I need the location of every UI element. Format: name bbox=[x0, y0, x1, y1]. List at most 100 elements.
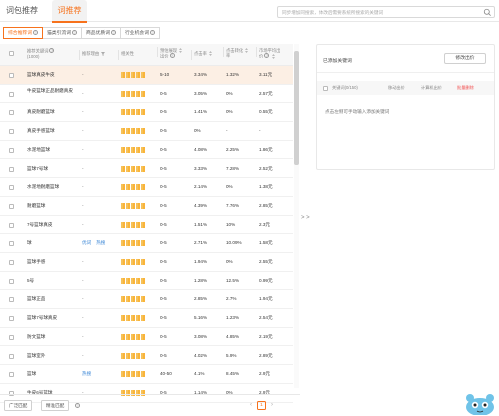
ctr-value: 4.39% bbox=[194, 202, 208, 208]
sub-tab-bar: 综合推荐词? 猫类引流词? 商品优质词? 行业机会词? bbox=[3, 27, 160, 39]
search-icon[interactable] bbox=[483, 8, 492, 17]
column-divider bbox=[191, 50, 192, 60]
reason-tag-link[interactable]: 优词 bbox=[82, 240, 91, 245]
help-icon[interactable]: ? bbox=[264, 53, 270, 58]
reason-cell: 优词 热搜 bbox=[82, 240, 110, 246]
reason-text: - bbox=[82, 259, 84, 264]
row-checkbox[interactable] bbox=[9, 91, 14, 97]
modify-bid-button[interactable]: 修改出价 bbox=[444, 53, 486, 64]
price-range: 5-10 bbox=[160, 72, 170, 77]
sort-icon[interactable] bbox=[271, 53, 275, 59]
help-icon[interactable]: ? bbox=[49, 48, 55, 53]
select-all-added-checkbox[interactable] bbox=[323, 85, 328, 91]
tab-category-traffic[interactable]: 猫类引流词? bbox=[42, 27, 82, 39]
col-price[interactable]: 预估展现 出价? bbox=[157, 47, 183, 59]
reason-tag-link[interactable]: 热搜 bbox=[82, 371, 91, 376]
help-icon[interactable]: ? bbox=[75, 403, 80, 408]
added-keywords-panel: 已添加关键词 修改出价 关键词(0/150) 移动出价 计算机出价 批量删除 点… bbox=[316, 44, 495, 170]
keyword-text: 水泥地篮球 bbox=[27, 146, 50, 152]
col-ctr[interactable]: 点击率 bbox=[191, 50, 213, 60]
row-checkbox[interactable] bbox=[9, 73, 14, 78]
relevance-bar-segment bbox=[143, 277, 146, 284]
search-box bbox=[277, 6, 495, 18]
search-input[interactable] bbox=[282, 8, 478, 17]
table-row[interactable]: 球 优词 热搜 0-5 2.71% 10.09% 1.58元 bbox=[0, 234, 293, 253]
price-range: 0-5 bbox=[160, 202, 167, 208]
column-divider bbox=[118, 50, 119, 60]
exact-match-button[interactable]: 精准匹配 bbox=[41, 400, 70, 411]
row-checkbox[interactable] bbox=[9, 334, 14, 340]
sort-icon[interactable] bbox=[179, 48, 183, 54]
select-all-checkbox[interactable] bbox=[9, 51, 14, 56]
next-page-button[interactable]: › bbox=[268, 401, 276, 409]
row-checkbox[interactable] bbox=[9, 147, 14, 153]
table-row[interactable]: 牛皮篮球正品耐磨真皮 - 0-5 3.05% 0% 2.57元 bbox=[0, 85, 293, 104]
table-row[interactable]: 篮球7号球真皮 - 0-5 5.16% 1.23% 2.54元 bbox=[0, 309, 293, 328]
price-range: 0-5 bbox=[160, 315, 167, 321]
tab-word-recommend[interactable]: 词推荐 bbox=[52, 0, 87, 23]
table-row[interactable]: 防文篮球 - 0-5 3.08% 4.85% 2.19元 bbox=[0, 328, 293, 347]
filter-icon[interactable] bbox=[101, 51, 106, 56]
reason-tag-link[interactable]: 热搜 bbox=[96, 240, 105, 245]
help-icon[interactable]: ? bbox=[72, 29, 77, 35]
help-icon[interactable]: ? bbox=[111, 29, 116, 35]
table-row[interactable]: 篮球真皮牛皮 - 5-10 3.34% 1.32% 3.11元 bbox=[0, 66, 293, 85]
row-checkbox[interactable] bbox=[9, 129, 14, 135]
col-reason: 推荐理由 bbox=[79, 50, 106, 60]
table-row[interactable]: 真皮耐磨篮球 - 0-5 1.41% 0% 0.55元 bbox=[0, 103, 293, 123]
tab-industry-opportunity[interactable]: 行业机会词? bbox=[120, 27, 160, 39]
col-avg-price[interactable]: 市场平均出 价? bbox=[256, 47, 280, 59]
mascot-icon[interactable] bbox=[463, 391, 497, 415]
reason-text: - bbox=[82, 333, 84, 339]
row-checkbox[interactable] bbox=[9, 372, 14, 378]
table-row[interactable]: 篮球室外 - 0-5 4.02% 5.9% 2.89元 bbox=[0, 347, 293, 366]
ctr-value: 1.94% bbox=[194, 259, 208, 264]
avg-price-value: 2.55元 bbox=[259, 259, 273, 264]
tab-comprehensive[interactable]: 综合推荐词? bbox=[3, 27, 43, 39]
row-checkbox[interactable] bbox=[9, 203, 14, 209]
row-checkbox[interactable] bbox=[9, 260, 14, 265]
reason-cell: - bbox=[82, 334, 84, 340]
help-icon[interactable]: ? bbox=[169, 53, 175, 59]
relevance-bars bbox=[121, 72, 146, 78]
table-row[interactable]: 5号 - 0-5 1.28% 12.5% 0.99元 bbox=[0, 272, 293, 291]
relevance-bar-segment bbox=[143, 296, 146, 303]
tab-label: 商品优质词 bbox=[86, 31, 110, 36]
relevance-bars bbox=[121, 128, 146, 135]
scrollbar-thumb[interactable] bbox=[294, 51, 299, 165]
transfer-arrows[interactable]: > > bbox=[301, 215, 310, 221]
col-cvr[interactable]: 点击转化 率 bbox=[223, 47, 249, 58]
avg-price-value: 1.58元 bbox=[259, 240, 273, 246]
sort-icon[interactable] bbox=[209, 51, 213, 57]
row-checkbox[interactable] bbox=[9, 353, 14, 359]
row-checkbox[interactable] bbox=[9, 222, 14, 228]
row-checkbox[interactable] bbox=[9, 110, 14, 116]
table-row[interactable]: 7号篮球真皮 - 0-5 1.51% 10% 2.3元 bbox=[0, 216, 293, 235]
table-row[interactable]: 耐磨篮球 - 0-5 4.39% 7.76% 2.85元 bbox=[0, 197, 293, 216]
help-icon[interactable]: ? bbox=[150, 29, 155, 35]
table-row[interactable]: 篮球正品 - 0-5 2.85% 2.7% 1.94元 bbox=[0, 290, 293, 310]
table-row[interactable]: 水泥地篮球 - 0-5 4.08% 2.25% 1.86元 bbox=[0, 141, 293, 160]
table-row[interactable]: 水泥地耐磨篮球 - 0-5 2.14% 0% 1.38元 bbox=[0, 178, 293, 197]
table-row[interactable]: 篮球 热搜 40-50 4.1% 8.45% 2.9元 bbox=[0, 365, 293, 384]
row-checkbox[interactable] bbox=[9, 278, 14, 284]
prev-page-button[interactable]: ‹ bbox=[247, 401, 255, 409]
table-row[interactable]: 篮球7号球 - 0-5 3.33% 7.28% 2.52元 bbox=[0, 160, 293, 179]
table-row[interactable]: 真皮手感篮球 - 0-5 0% - - bbox=[0, 122, 293, 141]
reason-cell: - bbox=[82, 315, 84, 321]
tab-product-quality[interactable]: 商品优质词? bbox=[81, 27, 121, 39]
price-range: 0-5 bbox=[160, 165, 167, 171]
row-checkbox[interactable] bbox=[9, 316, 14, 322]
table-row[interactable]: 篮球手感 - 0-5 1.94% 0% 2.55元 bbox=[0, 253, 293, 272]
row-checkbox[interactable] bbox=[9, 241, 14, 247]
tab-word-package[interactable]: 词包推荐 bbox=[6, 0, 38, 22]
batch-delete-link[interactable]: 批量删除 bbox=[457, 85, 474, 91]
page-number[interactable]: 1 bbox=[257, 400, 266, 410]
sort-icon[interactable] bbox=[245, 48, 249, 54]
row-checkbox[interactable] bbox=[9, 166, 14, 172]
row-checkbox[interactable] bbox=[9, 297, 14, 303]
row-checkbox[interactable] bbox=[9, 185, 14, 191]
column-divider bbox=[157, 47, 158, 57]
broad-match-button[interactable]: 广泛匹配 bbox=[4, 400, 33, 411]
help-icon[interactable]: ? bbox=[33, 29, 38, 35]
